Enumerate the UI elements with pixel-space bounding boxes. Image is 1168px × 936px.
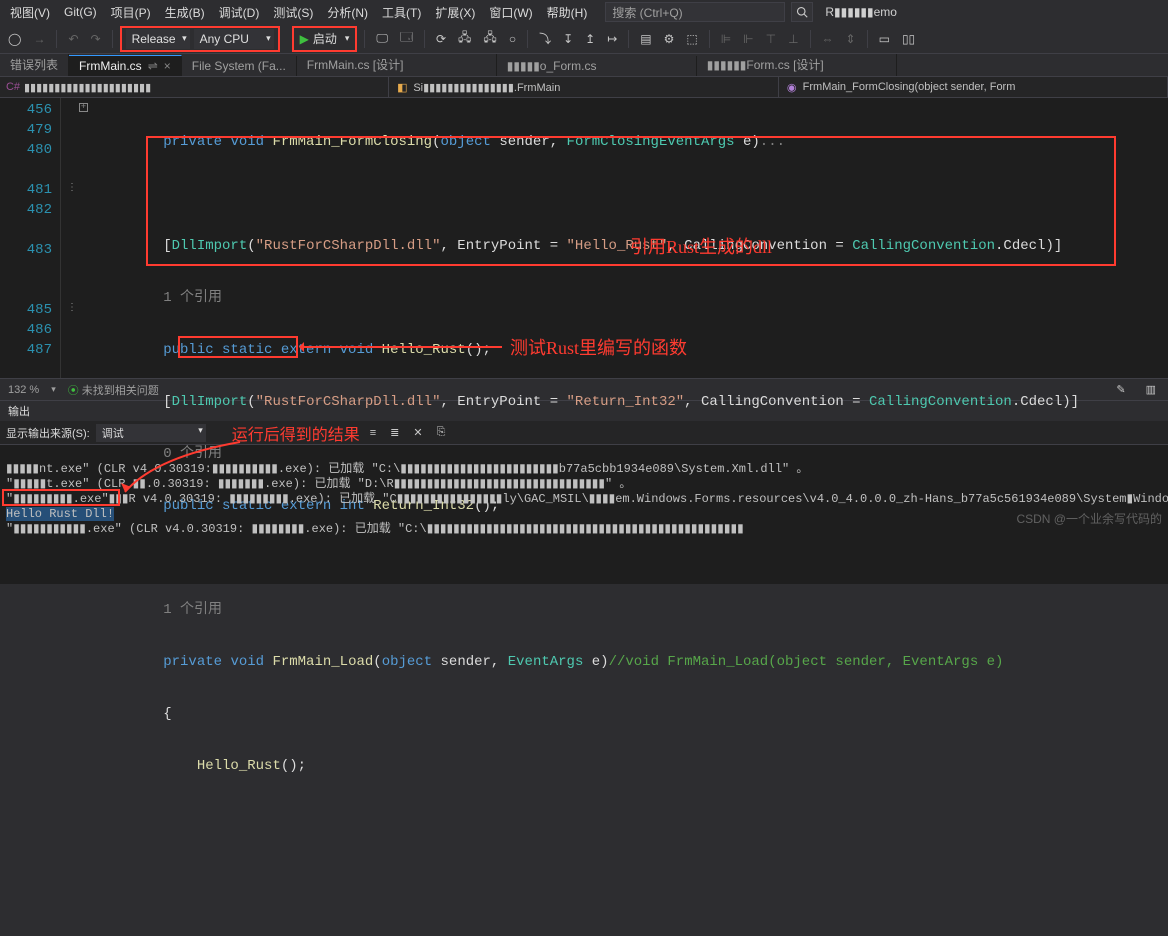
tb-icon-5[interactable]: ○ [505, 28, 520, 50]
toolbar: ◯ → ↶ ↷ Release Any CPU ▶ 启动 ▾ 🖵 🗔 ⟳ 🖧 🖧… [0, 24, 1168, 54]
menu-git[interactable]: Git(G) [58, 3, 103, 21]
tb-icon-1[interactable]: 🖵 [372, 28, 392, 50]
ref-glyph: ⋮ [67, 182, 77, 194]
search-input[interactable]: 搜索 (Ctrl+Q) [605, 2, 785, 22]
code-editor[interactable]: 456479480481482483485486487 + ⋮ ⋮ privat… [0, 98, 1168, 378]
align-left-icon[interactable]: ⊫ [717, 28, 735, 50]
redo-icon[interactable]: ↷ [87, 28, 105, 50]
menu-build[interactable]: 生成(B) [159, 2, 211, 23]
menubar: 视图(V) Git(G) 项目(P) 生成(B) 调试(D) 测试(S) 分析(… [0, 0, 1168, 24]
fold-icon[interactable]: + [79, 103, 88, 112]
ref-glyph2: ⋮ [67, 302, 77, 314]
menu-help[interactable]: 帮助(H) [541, 2, 594, 23]
config-group: Release Any CPU [120, 26, 280, 52]
align-top-icon[interactable]: ⊤ [762, 28, 780, 50]
tab-filesystem[interactable]: File System (Fa... [182, 56, 297, 76]
menu-test[interactable]: 测试(S) [267, 2, 319, 23]
class-icon: ◧ [395, 80, 409, 94]
hdist-icon[interactable]: ⇔ [818, 28, 838, 50]
run-icon[interactable]: ▶ [300, 32, 309, 46]
doc-tabs: 错误列表 FrmMain.cs⇌× File System (Fa... Frm… [0, 54, 1168, 76]
solution-name: R▮▮▮▮▮▮emo [825, 5, 897, 19]
tb-icon-3[interactable]: 🖧 [454, 28, 475, 50]
glyph-margin: + ⋮ ⋮ [60, 98, 90, 378]
nav-class-dropdown[interactable]: ◧Si▮▮▮▮▮▮▮▮▮▮▮▮▮▮▮.FrmMain [389, 77, 778, 97]
anno-text-1: 引用Rust生成的dll [630, 233, 772, 259]
undo-icon[interactable]: ↶ [64, 28, 82, 50]
method-icon: ◉ [785, 80, 799, 94]
anno-arrow-3 [115, 437, 245, 497]
tab-frmmain-design[interactable]: FrmMain.cs [设计] [297, 54, 497, 76]
search-icon[interactable] [791, 2, 813, 22]
nav-back-icon[interactable]: ◯ [4, 28, 25, 50]
tab-errorlist[interactable]: 错误列表 [0, 54, 69, 76]
anno-box-2 [178, 336, 298, 358]
step-out-icon[interactable]: ↥ [581, 28, 599, 50]
menu-view[interactable]: 视图(V) [4, 2, 56, 23]
align-center-icon[interactable]: ⊩ [739, 28, 757, 50]
menu-window[interactable]: 窗口(W) [483, 2, 538, 23]
anno-text-2: 测试Rust里编写的函数 [510, 334, 687, 360]
step-into-icon[interactable]: ↧ [559, 28, 577, 50]
nav-fwd-icon[interactable]: → [29, 28, 49, 50]
zoom-level[interactable]: 132 % [8, 384, 39, 396]
step-over-icon[interactable]: ⤵ [535, 28, 555, 50]
run-group: ▶ 启动 ▾ [292, 26, 358, 52]
tb-icon-7[interactable]: ⚙ [660, 28, 679, 50]
tb-icon-2[interactable]: 🗔 [396, 28, 417, 50]
menu-tools[interactable]: 工具(T) [376, 2, 427, 23]
tab-form-cs[interactable]: ▮▮▮▮▮o_Form.cs [497, 56, 697, 76]
platform-dropdown[interactable]: Any CPU [194, 29, 274, 49]
watermark: CSDN @一个业余写代码的 [1016, 510, 1162, 527]
close-icon[interactable]: × [164, 59, 171, 73]
anno-box-3 [2, 489, 120, 506]
menu-project[interactable]: 项目(P) [105, 2, 157, 23]
code-area[interactable]: private void FrmMain_FormClosing(object … [90, 98, 1168, 378]
menu-debug[interactable]: 调试(D) [213, 2, 266, 23]
tb-icon-8[interactable]: ⬚ [682, 28, 701, 50]
tb-icon-10[interactable]: ▯▯ [898, 28, 919, 50]
menu-analyze[interactable]: 分析(N) [321, 2, 374, 23]
nav-method-dropdown[interactable]: ◉FrmMain_FormClosing(object sender, Form [779, 77, 1168, 97]
tb-icon-4[interactable]: 🖧 [479, 28, 500, 50]
output-source-label: 显示输出来源(S): [6, 425, 90, 441]
code-navbar: C#▮▮▮▮▮▮▮▮▮▮▮▮▮▮▮▮▮▮▮▮▮ ◧Si▮▮▮▮▮▮▮▮▮▮▮▮▮… [0, 76, 1168, 98]
csharp-icon: C# [6, 80, 20, 94]
tab-form-design[interactable]: ▮▮▮▮▮▮Form.cs [设计] [697, 54, 897, 76]
refresh-icon[interactable]: ⟳ [432, 28, 450, 50]
nav-project-dropdown[interactable]: C#▮▮▮▮▮▮▮▮▮▮▮▮▮▮▮▮▮▮▮▮▮ [0, 77, 389, 97]
anno-arrow-2 [302, 346, 502, 348]
line-gutter: 456479480481482483485486487 [0, 98, 60, 378]
tb-icon-6[interactable]: ▤ [636, 28, 655, 50]
align-mid-icon[interactable]: ⊥ [784, 28, 802, 50]
tb-icon-9[interactable]: ▭ [875, 28, 894, 50]
run-dropdown[interactable]: ▾ [345, 33, 350, 44]
tab-frmmain[interactable]: FrmMain.cs⇌× [69, 55, 182, 76]
run-button[interactable]: 启动 [313, 30, 337, 47]
step-icon[interactable]: ↦ [603, 28, 621, 50]
output-body[interactable]: ▮▮▮▮▮nt.exe" (CLR v4.0.30319:▮▮▮▮▮▮▮▮▮▮.… [0, 445, 1168, 584]
build-config-dropdown[interactable]: Release [126, 29, 190, 49]
menu-ext[interactable]: 扩展(X) [429, 2, 481, 23]
vdist-icon[interactable]: ⇕ [842, 28, 860, 50]
